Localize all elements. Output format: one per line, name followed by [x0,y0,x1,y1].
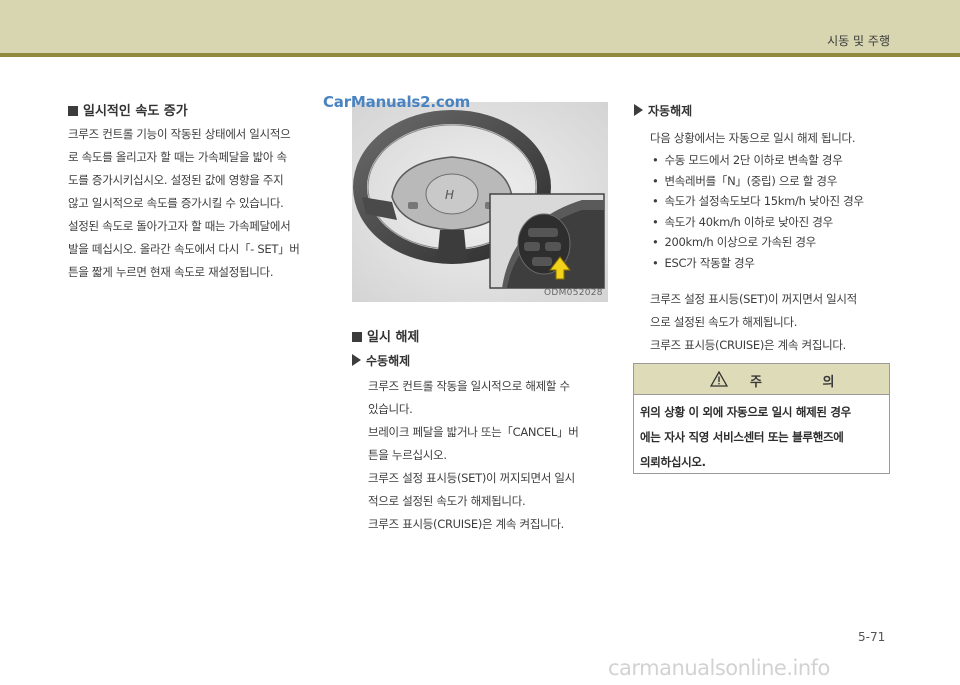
triangle-bullet-icon [352,354,361,366]
text-line: 적으로 설정된 속도가 해제됩니다. [368,494,526,508]
header-divider [0,53,960,57]
left-section-title: 일시적인 속도 증가 [83,104,188,119]
text-line: 크루즈 컨트롤 기능이 작동된 상태에서 일시적으 [68,127,291,141]
text-line: 크루즈 컨트롤 작동을 일시적으로 해제할 수 [368,379,570,393]
caution-title: 주 의 [750,375,863,390]
text-line: 튼을 짧게 누르면 현재 속도로 재설정됩니다. [68,265,274,279]
list-item: 속도가 설정속도보다 15km/h 낮아진 경우 [652,191,864,212]
auto-release-title: 자동해제 [648,104,693,118]
warning-triangle-icon [709,370,729,391]
auto-release-list: 수동 모드에서 2단 이하로 변속할 경우 변속레버를「N」(중립) 으로 할 … [652,150,864,273]
middle-section-body: 크루즈 컨트롤 작동을 일시적으로 해제할 수 있습니다. 브레이크 페달을 밟… [368,375,579,536]
text-line: 브레이크 페달을 밟거나 또는「CANCEL」버 [368,425,579,439]
text-line: 설정된 속도로 돌아가고자 할 때는 가속페달에서 [68,219,291,233]
text-line: 에는 자사 직영 서비스센터 또는 블루핸즈에 [640,430,844,444]
text-line: 튼을 누르십시오. [368,448,447,462]
figure-code: ODM052028 [544,288,603,298]
carmanuals-watermark: CarManuals2.com [323,93,471,111]
caution-box: 주 의 위의 상황 이 외에 자동으로 일시 해제된 경우 에는 자사 직영 서… [633,363,890,474]
left-section-heading: 일시적인 속도 증가 [68,100,188,119]
auto-release-body: 크루즈 설정 표시등(SET)이 꺼지면서 일시적 으로 설정된 속도가 해제됩… [650,288,857,357]
manual-release-heading: 수동해제 [352,352,410,369]
text-line: 있습니다. [368,402,413,416]
manual-release-title: 수동해제 [366,354,411,368]
caution-body: 위의 상황 이 외에 자동으로 일시 해제된 경우 에는 자사 직영 서비스센터… [640,400,851,475]
text-line: 발을 떼십시오. 올라간 속도에서 다시「- SET」버 [68,242,300,256]
footer-watermark: carmanualsonline.info [608,656,830,680]
left-section-body: 크루즈 컨트롤 기능이 작동된 상태에서 일시적으 로 속도를 올리고자 할 때… [68,123,300,284]
list-item: 수동 모드에서 2단 이하로 변속할 경우 [652,150,864,171]
caution-header: 주 의 [634,364,889,395]
header-section-title: 시동 및 주행 [827,34,890,48]
text-line: 크루즈 설정 표시등(SET)이 꺼지되면서 일시 [368,471,575,485]
text-line: 도를 증가시키십시오. 설정된 값에 영향을 주지 [68,173,284,187]
text-line: 크루즈 표시등(CRUISE)은 계속 켜집니다. [650,338,847,352]
header-band [0,0,960,53]
list-item: 속도가 40km/h 이하로 낮아진 경우 [652,212,864,233]
steering-wheel-illustration: H [352,102,608,302]
steering-wheel-figure: H [352,102,608,302]
list-item: ESC가 작동할 경우 [652,253,864,274]
text-line: 의뢰하십시오. [640,455,706,469]
text-line: 크루즈 설정 표시등(SET)이 꺼지면서 일시적 [650,292,857,306]
middle-section-title: 일시 해제 [367,330,420,345]
text-line: 로 속도를 올리고자 할 때는 가속페달을 밟아 속 [68,150,287,164]
square-bullet-icon [352,332,362,342]
middle-section-heading: 일시 해제 [352,326,419,345]
list-item: 변속레버를「N」(중립) 으로 할 경우 [652,171,864,192]
text-line: 다음 상황에서는 자동으로 일시 해제 됩니다. [650,131,856,145]
text-line: 위의 상황 이 외에 자동으로 일시 해제된 경우 [640,405,851,419]
auto-release-intro: 다음 상황에서는 자동으로 일시 해제 됩니다. [650,127,855,150]
page-number: 5-71 [858,630,886,644]
text-line: 크루즈 표시등(CRUISE)은 계속 켜집니다. [368,517,565,531]
triangle-bullet-icon [634,104,643,116]
text-line: 으로 설정된 속도가 해제됩니다. [650,315,798,329]
svg-text:H: H [445,188,454,202]
list-item: 200km/h 이상으로 가속된 경우 [652,232,864,253]
square-bullet-icon [68,106,78,116]
auto-release-heading: 자동해제 [634,102,692,119]
text-line: 않고 일시적으로 속도를 증가시킬 수 있습니다. [68,196,284,210]
